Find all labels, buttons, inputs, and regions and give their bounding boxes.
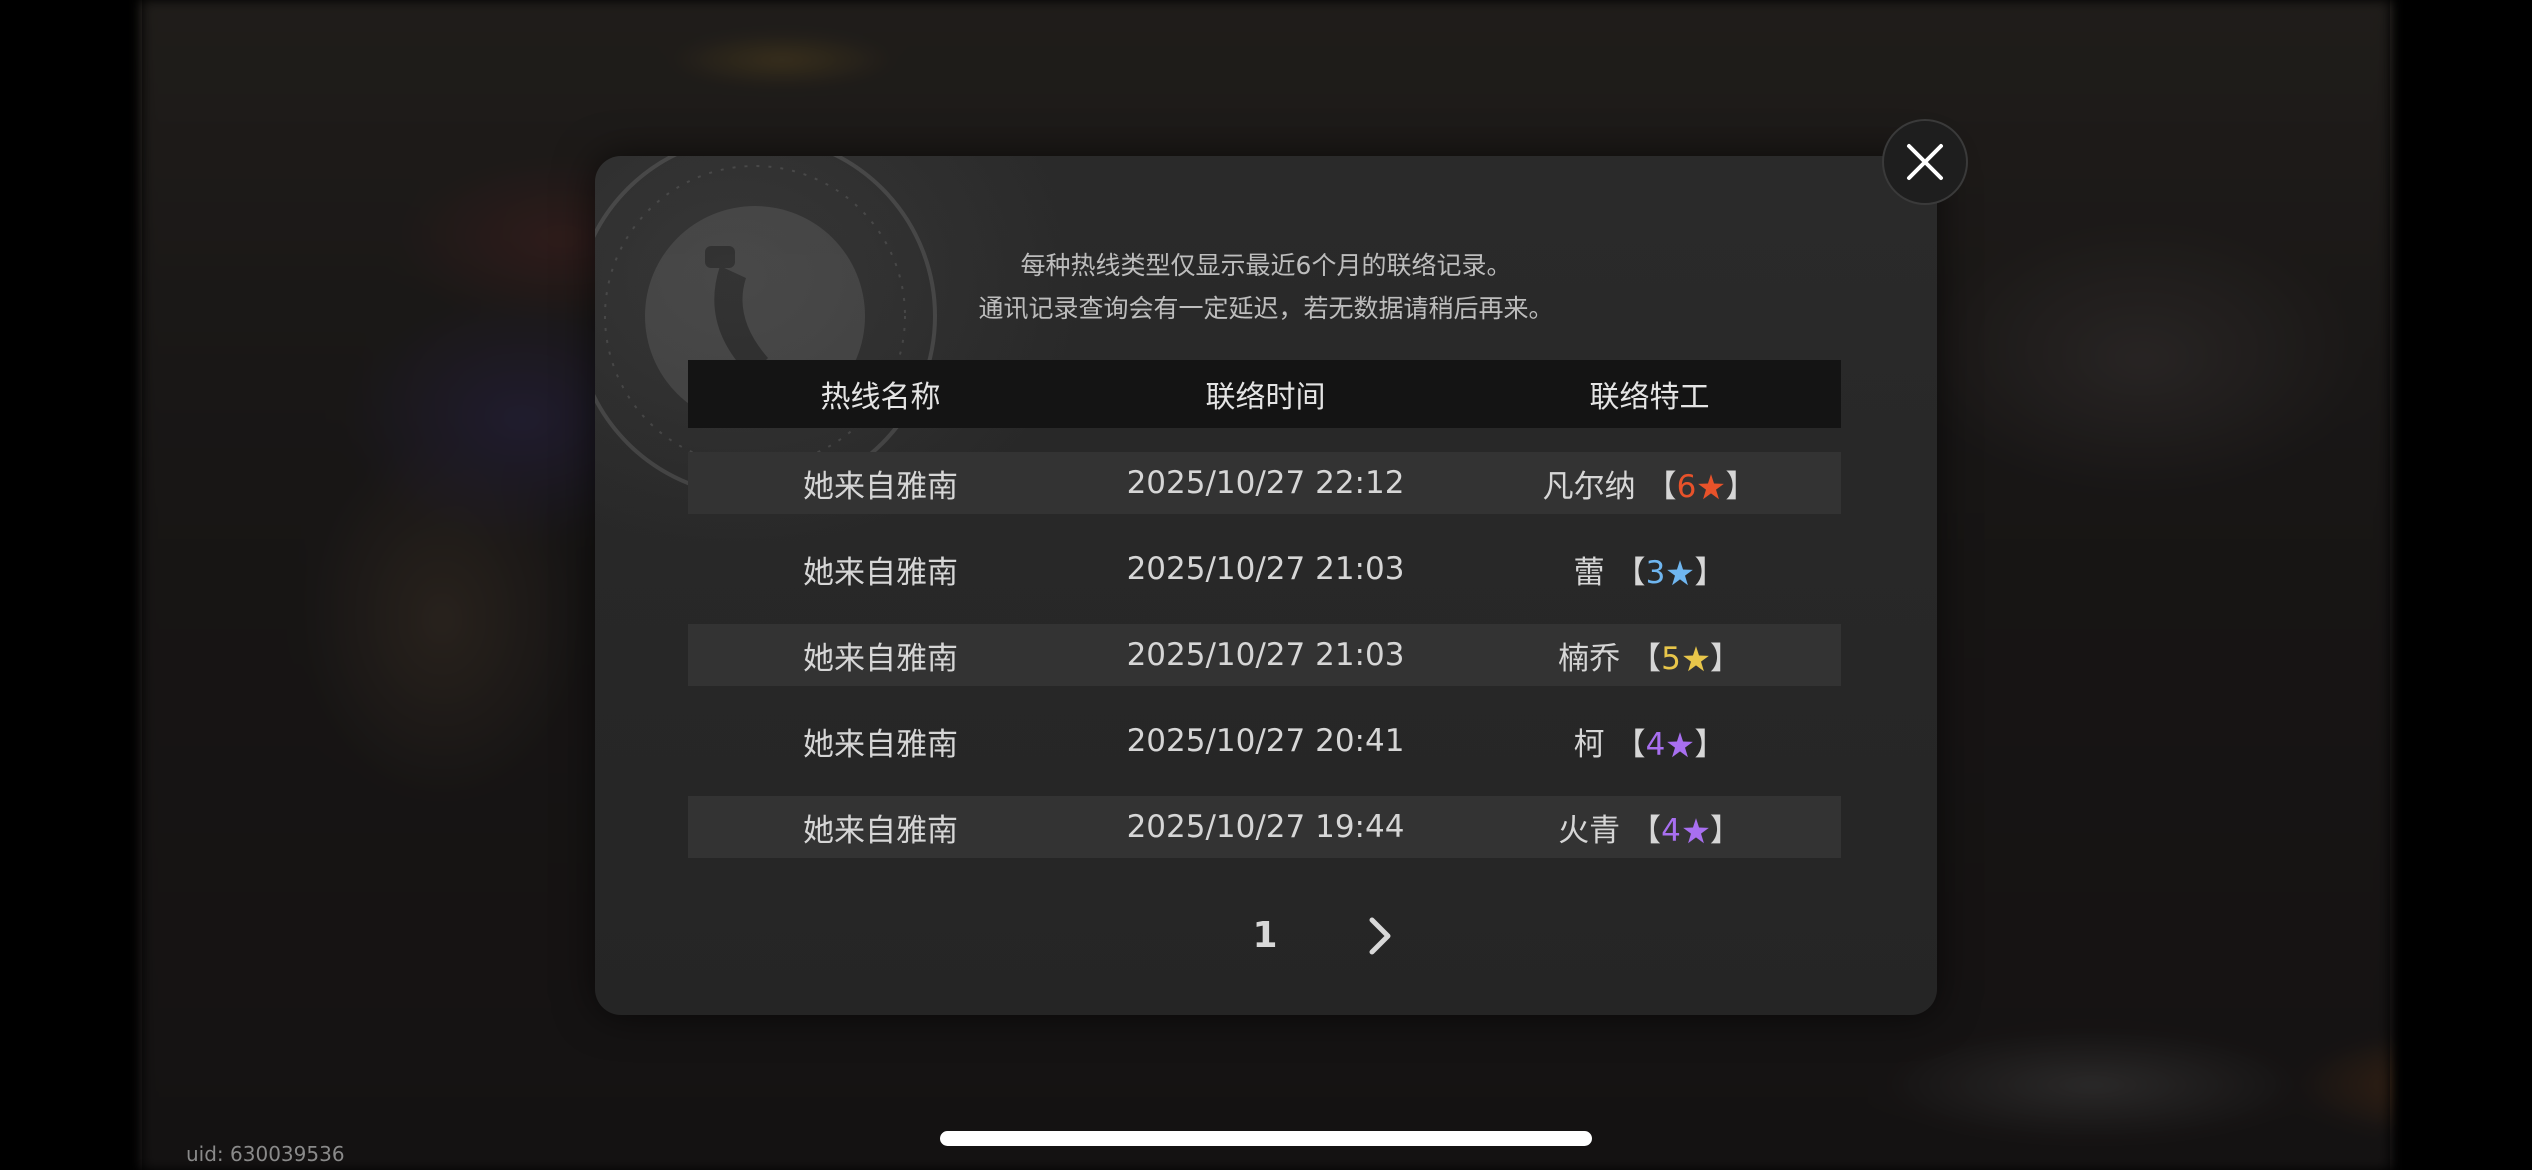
hotline-name: 她来自雅南	[803, 554, 958, 591]
rank-badge: 【4】	[1614, 726, 1726, 763]
hotline-name: 她来自雅南	[803, 726, 958, 763]
rank-badge: 【6】	[1645, 468, 1757, 505]
star-icon	[1698, 473, 1725, 499]
rank-number: 4	[1661, 812, 1681, 849]
rank-number: 4	[1645, 726, 1666, 763]
column-header-time: 联络时间	[1205, 380, 1326, 415]
contact-time: 2025/10/27 21:03	[1126, 551, 1405, 587]
home-indicator-bar[interactable]	[940, 1131, 1592, 1146]
rank-badge: 【5】	[1630, 640, 1741, 677]
current-page-number: 1	[1252, 915, 1278, 956]
agent-cell: 楠乔 【5】	[1458, 633, 1841, 678]
star-icon	[1683, 645, 1709, 671]
column-header-hotline: 热线名称	[820, 380, 941, 415]
contact-records-table: 热线名称 联络时间 联络特工 她来自雅南 2025/10/27 22:12 凡尔…	[688, 360, 1841, 858]
star-icon	[1667, 731, 1694, 757]
column-header-agent: 联络特工	[1589, 380, 1710, 415]
contact-time: 2025/10/27 21:03	[1126, 637, 1405, 673]
agent-cell: 蕾 【3】	[1458, 547, 1841, 592]
rank-badge: 【4】	[1630, 812, 1741, 849]
rank-number: 5	[1661, 640, 1681, 677]
agent-name: 火青	[1558, 812, 1621, 849]
star-icon	[1683, 817, 1709, 843]
agent-name: 楠乔	[1558, 640, 1621, 677]
rank-number: 3	[1645, 554, 1666, 591]
rank-number: 6	[1676, 468, 1697, 505]
table-row: 她来自雅南 2025/10/27 19:44 火青 【4】	[688, 796, 1841, 858]
agent-cell: 火青 【4】	[1458, 805, 1841, 850]
agent-name: 蕾	[1573, 554, 1605, 591]
user-id-label: uid: 630039536	[186, 1142, 345, 1166]
next-page-button[interactable]	[1358, 914, 1402, 958]
agent-cell: 柯 【4】	[1458, 719, 1841, 764]
contact-time: 2025/10/27 19:44	[1126, 809, 1405, 845]
hotline-name: 她来自雅南	[803, 468, 958, 505]
notice-line-1: 每种热线类型仅显示最近6个月的联络记录。	[1020, 251, 1512, 280]
agent-name: 柯	[1573, 726, 1605, 763]
table-row: 她来自雅南 2025/10/27 20:41 柯 【4】	[688, 710, 1841, 772]
chevron-right-icon	[1369, 917, 1391, 955]
contact-time: 2025/10/27 20:41	[1126, 723, 1405, 759]
table-header: 热线名称 联络时间 联络特工	[688, 360, 1841, 428]
table-row: 她来自雅南 2025/10/27 21:03 楠乔 【5】	[688, 624, 1841, 686]
hotline-name: 她来自雅南	[803, 640, 958, 677]
close-icon	[1907, 144, 1943, 180]
notice-line-2: 通讯记录查询会有一定延迟，若无数据请稍后再来。	[978, 294, 1554, 323]
game-screen: 每种热线类型仅显示最近6个月的联络记录。 通讯记录查询会有一定延迟，若无数据请稍…	[0, 0, 2532, 1170]
contact-records-dialog: 每种热线类型仅显示最近6个月的联络记录。 通讯记录查询会有一定延迟，若无数据请稍…	[595, 156, 1937, 1015]
hotline-name: 她来自雅南	[803, 812, 958, 849]
table-row: 她来自雅南 2025/10/27 22:12 凡尔纳 【6】	[688, 452, 1841, 514]
agent-name: 凡尔纳	[1542, 468, 1636, 505]
agent-cell: 凡尔纳 【6】	[1458, 461, 1841, 506]
contact-time: 2025/10/27 22:12	[1126, 465, 1405, 501]
pagination: 1	[595, 906, 1937, 966]
table-row: 她来自雅南 2025/10/27 21:03 蕾 【3】	[688, 538, 1841, 600]
star-icon	[1667, 559, 1694, 585]
rank-badge: 【3】	[1614, 554, 1726, 591]
notice-text: 每种热线类型仅显示最近6个月的联络记录。 通讯记录查询会有一定延迟，若无数据请稍…	[595, 244, 1937, 330]
close-button[interactable]	[1882, 119, 1968, 205]
